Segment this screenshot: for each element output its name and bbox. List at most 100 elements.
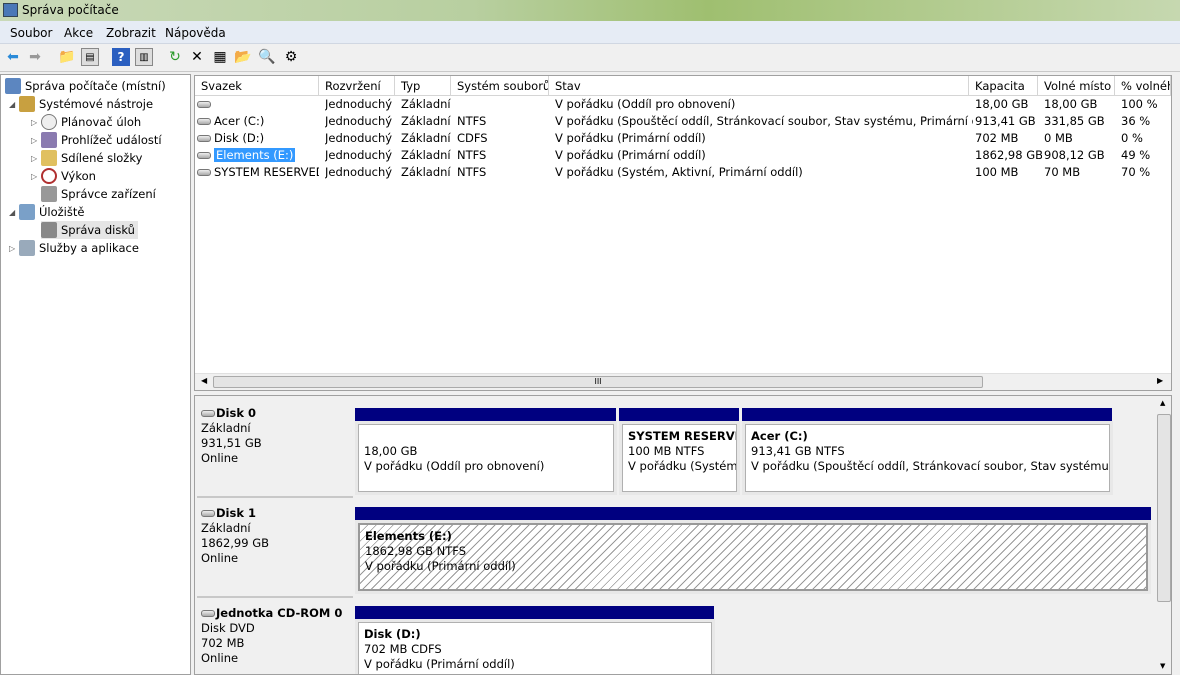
tree-item-performance[interactable]: ▷ Výkon xyxy=(31,167,96,185)
tree-item-device-manager[interactable]: Správce zařízení xyxy=(41,185,156,203)
cell-volume: Acer (C:) xyxy=(197,113,319,130)
scroll-left-icon[interactable]: ◀ xyxy=(201,376,207,385)
table-row[interactable]: Acer (C:) Jednoduchý Základní NTFS V pořádku… xyxy=(195,113,1171,130)
column-header-type[interactable]: Typ xyxy=(395,76,451,96)
tree-item-storage[interactable]: ◢ Úložiště xyxy=(9,203,84,221)
vertical-scroll-thumb[interactable] xyxy=(1157,414,1171,602)
drive-icon xyxy=(197,118,211,125)
cell-text: 49 % xyxy=(1121,148,1151,162)
partition-elements-e[interactable]: Elements (E:) 1862,98 GB NTFS V pořádku … xyxy=(355,520,1151,594)
cell-free-space: 70 MB xyxy=(1044,164,1119,181)
expand-arrow-icon[interactable]: ▷ xyxy=(31,136,41,145)
cell-volume: SYSTEM RESERVED xyxy=(197,164,319,181)
settings-icon[interactable]: ⚙ xyxy=(282,48,300,66)
cell-text: 702 MB xyxy=(975,131,1019,145)
column-header-layout[interactable]: Rozvržení xyxy=(319,76,395,96)
column-header-percent-free[interactable]: % volného xyxy=(1115,76,1171,96)
disk-0-label[interactable]: Disk 0 Základní 931,51 GB Online xyxy=(197,400,353,498)
partition-disk-d[interactable]: Disk (D:) 702 MB CDFS V pořádku (Primárn… xyxy=(355,619,715,674)
tree-item-services-applications[interactable]: ▷ Služby a aplikace xyxy=(9,239,139,257)
cell-text: V pořádku (Oddíl pro obnovení) xyxy=(555,97,736,111)
computer-icon xyxy=(5,78,21,94)
cell-percent-free: 70 % xyxy=(1121,164,1171,181)
expand-arrow-icon[interactable]: ▷ xyxy=(31,154,41,163)
cell-text: Základní xyxy=(401,148,451,162)
column-header-capacity[interactable]: Kapacita xyxy=(969,76,1038,96)
cell-text: NTFS xyxy=(457,148,487,162)
expand-arrow-icon[interactable]: ▷ xyxy=(31,172,41,181)
horizontal-scrollbar[interactable]: ◀ III ▶ xyxy=(195,373,1171,390)
scroll-right-icon[interactable]: ▶ xyxy=(1157,376,1163,385)
cell-type: Základní xyxy=(401,164,455,181)
table-row[interactable]: SYSTEM RESERVED Jednoduchý Základní NTFS V p… xyxy=(195,164,1171,181)
cell-status: V pořádku (Systém, Aktivní, Primární odd… xyxy=(555,164,973,181)
volume-list: Svazek Rozvržení Typ Systém souborů Stav… xyxy=(194,75,1172,391)
cdrom-0-label[interactable]: Jednotka CD-ROM 0 Disk DVD 702 MB Online xyxy=(197,600,353,674)
tree-item-shared-folders[interactable]: ▷ Sdílené složky xyxy=(31,149,142,167)
help-icon[interactable]: ? xyxy=(112,48,130,66)
horizontal-scroll-thumb[interactable]: III xyxy=(213,376,983,388)
open-icon[interactable]: 📂 xyxy=(234,48,252,66)
cell-filesystem: NTFS xyxy=(457,164,553,181)
tree-item-event-viewer[interactable]: ▷ Prohlížeč událostí xyxy=(31,131,162,149)
forward-icon[interactable]: ➡ xyxy=(26,48,44,66)
expand-arrow-icon[interactable]: ▷ xyxy=(9,244,19,253)
scroll-up-icon[interactable]: ▲ xyxy=(1160,399,1165,407)
column-header-free-space[interactable]: Volné místo xyxy=(1038,76,1115,96)
scroll-down-icon[interactable]: ▼ xyxy=(1160,662,1165,670)
show-hide-tree-icon[interactable]: ▤ xyxy=(81,48,99,66)
menu-file[interactable]: Soubor xyxy=(10,26,52,40)
cell-capacity: 1862,98 GB xyxy=(975,147,1042,164)
table-row[interactable]: Jednoduchý Základní V pořádku (Oddíl pro o… xyxy=(195,96,1171,113)
cell-type: Základní xyxy=(401,96,455,113)
partition-system-reserved[interactable]: SYSTEM RESERVED 100 MB NTFS V pořádku (S… xyxy=(619,421,740,495)
expand-arrow-icon[interactable]: ▷ xyxy=(31,118,41,127)
cell-text: Jednoduchý xyxy=(325,114,393,128)
cell-status: V pořádku (Spouštěcí oddíl, Stránkovací … xyxy=(555,113,973,130)
cell-status: V pořádku (Oddíl pro obnovení) xyxy=(555,96,973,113)
partition-recovery[interactable]: 18,00 GB V pořádku (Oddíl pro obnovení) xyxy=(355,421,617,495)
properties-icon[interactable]: ▦ xyxy=(211,48,229,66)
show-hide-action-pane-icon[interactable]: ▥ xyxy=(135,48,153,66)
delete-icon[interactable]: ✕ xyxy=(188,48,206,66)
cell-text: NTFS xyxy=(457,114,487,128)
tree-item-disk-management[interactable]: Správa disků xyxy=(41,221,138,239)
menu-help[interactable]: Nápověda xyxy=(165,26,226,40)
table-row[interactable]: Disk (D:) Jednoduchý Základní CDFS V pořádku… xyxy=(195,130,1171,147)
table-row[interactable]: Elements (E:) Jednoduchý Základní NTFS V poř… xyxy=(195,147,1171,164)
column-header-filesystem[interactable]: Systém souborů xyxy=(451,76,549,96)
cell-text: Acer (C:) xyxy=(214,114,265,128)
tree-item-computer-management[interactable]: Správa počítače (místní) xyxy=(5,77,166,95)
app-icon xyxy=(3,3,18,17)
cell-text: SYSTEM RESERVED xyxy=(214,165,319,179)
vertical-scrollbar[interactable]: ▲ ▼ xyxy=(1156,396,1171,674)
tree-item-task-scheduler[interactable]: ▷ Plánovač úloh xyxy=(31,113,141,131)
cell-capacity: 100 MB xyxy=(975,164,1042,181)
tools-icon xyxy=(19,96,35,112)
menu-view[interactable]: Zobrazit xyxy=(106,26,156,40)
cell-text: Elements (E:) xyxy=(214,148,296,162)
cell-status: V pořádku (Primární oddíl) xyxy=(555,147,973,164)
cell-text: CDFS xyxy=(457,131,488,145)
cell-text: Základní xyxy=(401,114,451,128)
toolbar: ⬅ ➡ 📁 ▤ ? ▥ ↻ ✕ ▦ 📂 🔍 ⚙ xyxy=(0,44,1180,72)
navigation-tree: Správa počítače (místní) ◢ Systémové nást… xyxy=(0,74,191,675)
refresh-icon[interactable]: ↻ xyxy=(166,48,184,66)
cell-layout: Jednoduchý xyxy=(325,113,399,130)
search-icon[interactable]: 🔍 xyxy=(258,48,276,66)
cell-text: Základní xyxy=(401,165,451,179)
collapse-arrow-icon[interactable]: ◢ xyxy=(9,100,19,109)
partition-acer-c[interactable]: Acer (C:) 913,41 GB NTFS V pořádku (Spou… xyxy=(742,421,1113,495)
cell-text: 70 % xyxy=(1121,165,1151,179)
collapse-arrow-icon[interactable]: ◢ xyxy=(9,208,19,217)
back-icon[interactable]: ⬅ xyxy=(4,48,22,66)
up-folder-icon[interactable]: 📁 xyxy=(58,48,76,66)
column-header-volume[interactable]: Svazek xyxy=(195,76,319,96)
cell-type: Základní xyxy=(401,113,455,130)
column-header-status[interactable]: Stav xyxy=(549,76,969,96)
tree-item-system-tools[interactable]: ◢ Systémové nástroje xyxy=(9,95,153,113)
event-log-icon xyxy=(41,132,57,148)
menu-action[interactable]: Akce xyxy=(64,26,93,40)
cell-free-space: 18,00 GB xyxy=(1044,96,1119,113)
disk-1-label[interactable]: Disk 1 Základní 1862,99 GB Online xyxy=(197,500,353,598)
